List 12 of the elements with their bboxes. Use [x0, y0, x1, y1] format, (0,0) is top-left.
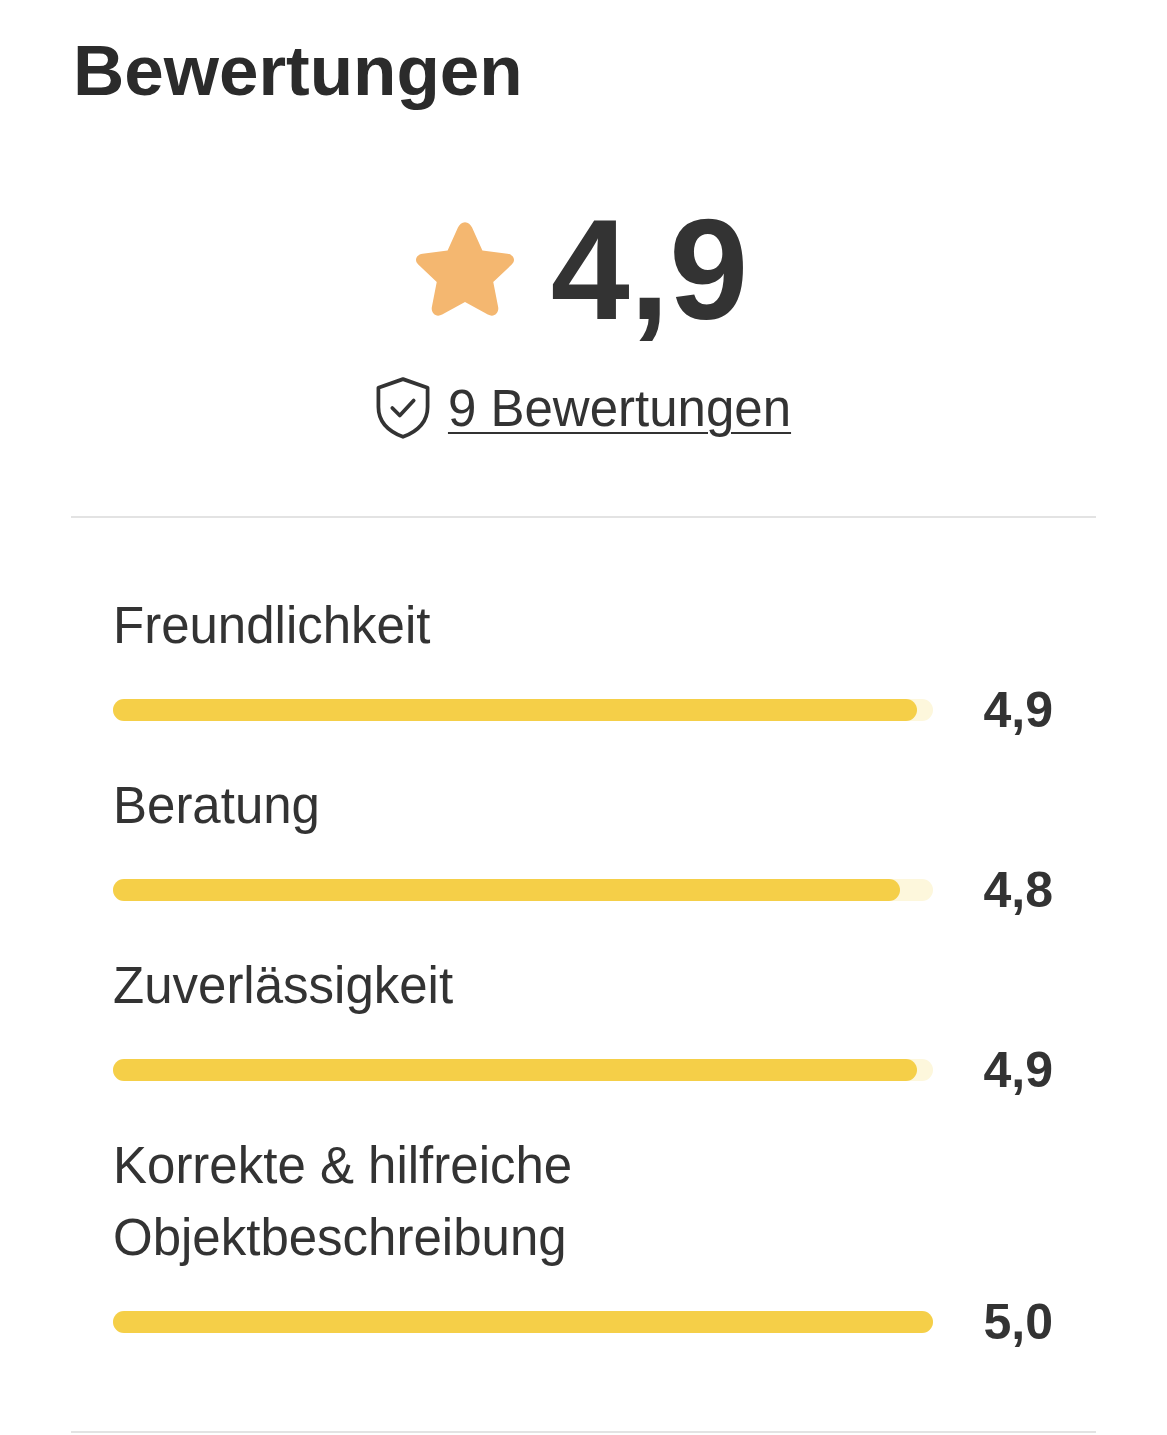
category-score: 4,9	[983, 1045, 1053, 1095]
category-label: Korrekte & hilfreiche Objektbeschreibung	[113, 1136, 574, 1268]
shield-check-icon	[375, 377, 430, 439]
category-score: 5,0	[983, 1297, 1053, 1347]
average-rating: 4,9	[550, 199, 749, 341]
star-icon	[414, 222, 515, 318]
category-label: Zuverlässigkeit	[113, 956, 455, 1016]
category-score: 4,8	[983, 865, 1053, 915]
category-score: 4,9	[983, 685, 1053, 735]
category-label: Freundlichkeit	[113, 596, 432, 656]
section-title: Bewertungen	[73, 30, 523, 112]
category-label: Beratung	[113, 776, 321, 836]
